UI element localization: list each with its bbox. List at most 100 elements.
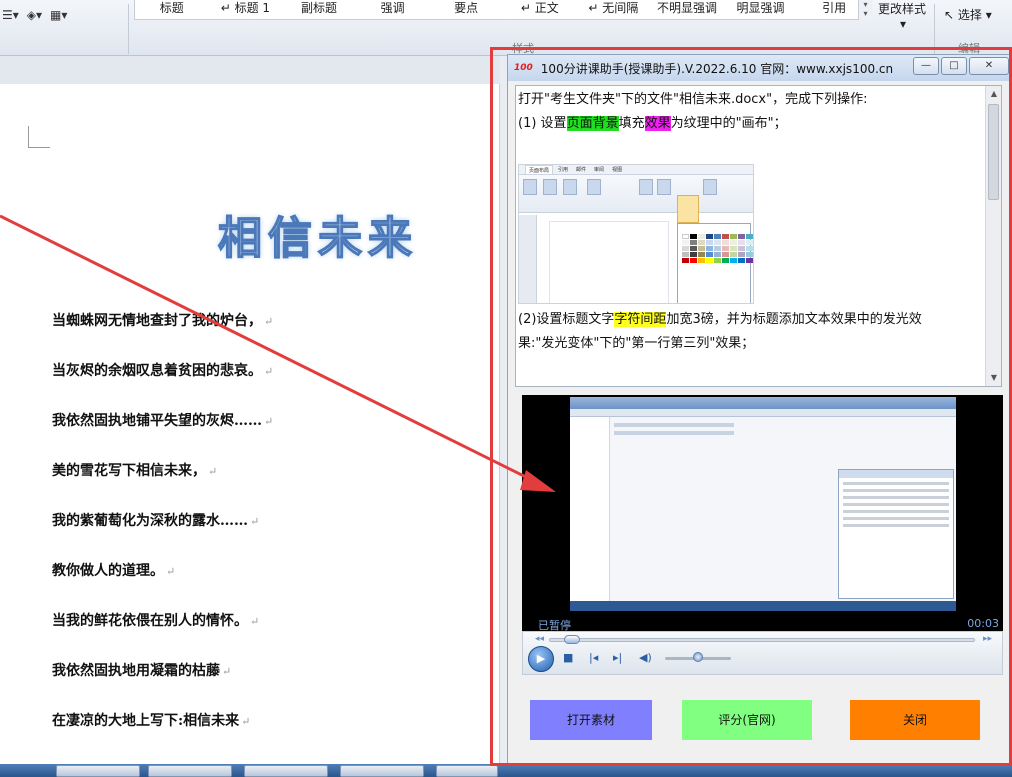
video-frame-dialog-line [843, 517, 949, 520]
scroll-thumb[interactable] [988, 104, 999, 200]
seek-back-icon[interactable]: ◂◂ [535, 634, 544, 644]
doc-line-text: 我的紫葡萄化为深秋的露水…… [52, 513, 248, 529]
cursor-icon: ↖ [944, 8, 955, 22]
style-item[interactable]: 副标题 [282, 0, 356, 19]
window-controls: — □ ✕ [913, 57, 1009, 75]
instruction-screenshot: 页面布局 引用 邮件 审阅 视图 [518, 164, 754, 304]
style-item[interactable]: ↵ 标题 1 [209, 0, 283, 19]
video-screen[interactable]: 已暂停 00:03 [522, 395, 1003, 632]
shading-icon[interactable]: ◈▾ [27, 8, 42, 22]
video-frame-dialog-line [843, 489, 949, 492]
doc-line-text: 教你做人的道理。 [52, 563, 164, 579]
taskbar-button[interactable] [340, 765, 424, 777]
doc-line[interactable]: 教你做人的道理。 ↵ [52, 560, 175, 580]
doc-line[interactable]: 我的紫葡萄化为深秋的露水…… ↵ [52, 510, 259, 530]
style-item[interactable]: ↵ 正文 [503, 0, 577, 19]
video-frame-dialog-line [843, 524, 949, 527]
video-frame-dialog-line [843, 482, 949, 485]
style-item[interactable]: 强调 [356, 0, 430, 19]
mini-ribbon-icon [563, 179, 577, 195]
volume-thumb[interactable] [693, 652, 703, 662]
styles-gallery: 标题 ↵ 标题 1 副标题 强调 要点 ↵ 正文 ↵ 无间隔 不明显强调 明显强… [134, 0, 872, 20]
seek-thumb[interactable] [564, 635, 581, 644]
score-button[interactable]: 评分(官网) [682, 700, 812, 740]
player-controls: ◂◂ ▸▸ ▶ ■ |◂ ▸| ◀) [522, 631, 1003, 675]
volume-icon[interactable]: ◀) [639, 651, 652, 664]
border-icon[interactable]: ▦▾ [50, 8, 67, 22]
style-item[interactable]: 明显强调 [724, 0, 798, 19]
document-page[interactable]: 相信未来 当蜘蛛网无情地查封了我的炉台， ↵ 当灰烬的余烟叹息着贫困的悲哀。 ↵ 我… [0, 84, 500, 774]
select-button[interactable]: ↖ 选择 ▾ [944, 6, 992, 23]
style-item[interactable]: ↵ 无间隔 [577, 0, 651, 19]
video-frame-dialog-line [843, 503, 949, 506]
style-item[interactable]: 不明显强调 [650, 0, 724, 19]
paragraph-mark-icon: ↵ [264, 315, 274, 328]
question-scrollbar[interactable]: ▲ ▼ [985, 86, 1001, 386]
seek-forward-icon[interactable]: ▸▸ [983, 634, 992, 644]
style-item[interactable]: 标题 [135, 0, 209, 19]
q2-part: (2)设置标题文字 [518, 312, 615, 327]
taskbar-button[interactable] [436, 765, 498, 777]
video-frame-titlebar [570, 397, 956, 409]
document-title[interactable]: 相信未来 [217, 202, 418, 266]
close-button[interactable]: 关闭 [850, 700, 980, 740]
gallery-more-icon[interactable]: ▾ ▾ [858, 0, 872, 20]
app-logo-icon: 100 [514, 63, 533, 73]
open-material-button[interactable]: 打开素材 [530, 700, 652, 740]
question-intro: 打开"考生文件夹"下的文件"相信未来.docx"，完成下列操作: [518, 92, 868, 107]
question-item-1: (1) 设置页面背景填充效果为纹理中的"画布"； [518, 112, 787, 131]
doc-line-text: 我依然固执地用凝霜的枯藤 [52, 663, 220, 679]
doc-line[interactable]: 我依然固执地铺平失望的灰烬…… ↵ [52, 410, 273, 430]
q1-part: 填充 [618, 116, 645, 131]
change-styles-label: 更改样式 [878, 2, 927, 16]
change-styles-button[interactable]: 更改样式 ▾ [878, 0, 926, 31]
question-item-2: (2)设置标题文字字符间距加宽3磅，并为标题添加文本效果中的发光效 [518, 308, 922, 327]
mini-tab: 视图 [612, 167, 623, 173]
chevron-down-icon: ▾ [900, 17, 907, 31]
paragraph-mark-icon: ↵ [250, 615, 260, 628]
video-frame-file [614, 423, 734, 427]
video-frame [570, 397, 956, 611]
paragraph-mark-icon: ↵ [264, 415, 274, 428]
document-area: 相信未来 当蜘蛛网无情地查封了我的炉台， ↵ 当灰烬的余烟叹息着贫困的悲哀。 ↵ 我… [0, 56, 500, 777]
margin-corner-mark [28, 126, 50, 148]
taskbar-button[interactable] [244, 765, 328, 777]
doc-line[interactable]: 在凄凉的大地上写下:相信未来 ↵ [52, 710, 250, 730]
style-item[interactable]: 要点 [429, 0, 503, 19]
list-icon[interactable]: ☰▾ [2, 8, 19, 22]
window-title: 100分讲课助手(授课助手).V.2022.6.10 官网：www.xxjs10… [540, 61, 894, 76]
next-icon[interactable]: ▸| [613, 651, 622, 664]
assistant-window: 100 100分讲课助手(授课助手).V.2022.6.10 官网：www.xx… [507, 54, 1012, 766]
maximize-button[interactable]: □ [941, 57, 967, 75]
doc-line[interactable]: 我依然固执地用凝霜的枯藤 ↵ [52, 660, 231, 680]
paragraph-mark-icon: ↵ [250, 515, 260, 528]
question-panel[interactable]: 打开"考生文件夹"下的文件"相信未来.docx"，完成下列操作: (1) 设置页… [515, 85, 1002, 387]
mini-ribbon-icon [657, 179, 671, 195]
ribbon-format-tools: ☰▾ ◈▾ ▦▾ [0, 0, 67, 30]
minimize-button[interactable]: — [913, 57, 939, 75]
scroll-up-icon[interactable]: ▲ [986, 86, 1001, 102]
doc-line[interactable]: 当蜘蛛网无情地查封了我的炉台， ↵ [52, 310, 273, 330]
paragraph-mark-icon: ↵ [264, 365, 274, 378]
q2-part: 加宽3磅，并为标题添加文本效果中的发光效 [666, 312, 922, 327]
select-label: 选择 [957, 8, 982, 22]
question-item-2-cont: 果:"发光变体"下的"第一行第三列"效果； [518, 336, 755, 351]
video-frame-taskbar [570, 601, 956, 611]
taskbar-button[interactable] [56, 765, 140, 777]
mini-color-popup [677, 223, 753, 303]
doc-line[interactable]: 当灰烬的余烟叹息着贫困的悲哀。 ↵ [52, 360, 273, 380]
scroll-down-icon[interactable]: ▼ [986, 370, 1001, 386]
seek-bar[interactable] [549, 638, 975, 642]
stop-icon[interactable]: ■ [563, 651, 573, 664]
video-frame-sidebar [570, 417, 610, 601]
q1-part: 为纹理中的"画布"； [670, 116, 787, 131]
doc-line[interactable]: 美的雪花写下相信未来， ↵ [52, 460, 217, 480]
close-window-button[interactable]: ✕ [969, 57, 1009, 75]
mini-ribbon-icon [523, 179, 537, 195]
taskbar-button[interactable] [148, 765, 232, 777]
mini-swatch-grid [682, 234, 753, 263]
play-button[interactable]: ▶ [528, 646, 554, 672]
assistant-title-bar[interactable]: 100 100分讲课助手(授课助手).V.2022.6.10 官网：www.xx… [508, 55, 1012, 81]
doc-line[interactable]: 当我的鲜花依偎在别人的情怀。 ↵ [52, 610, 259, 630]
previous-icon[interactable]: |◂ [589, 651, 598, 664]
